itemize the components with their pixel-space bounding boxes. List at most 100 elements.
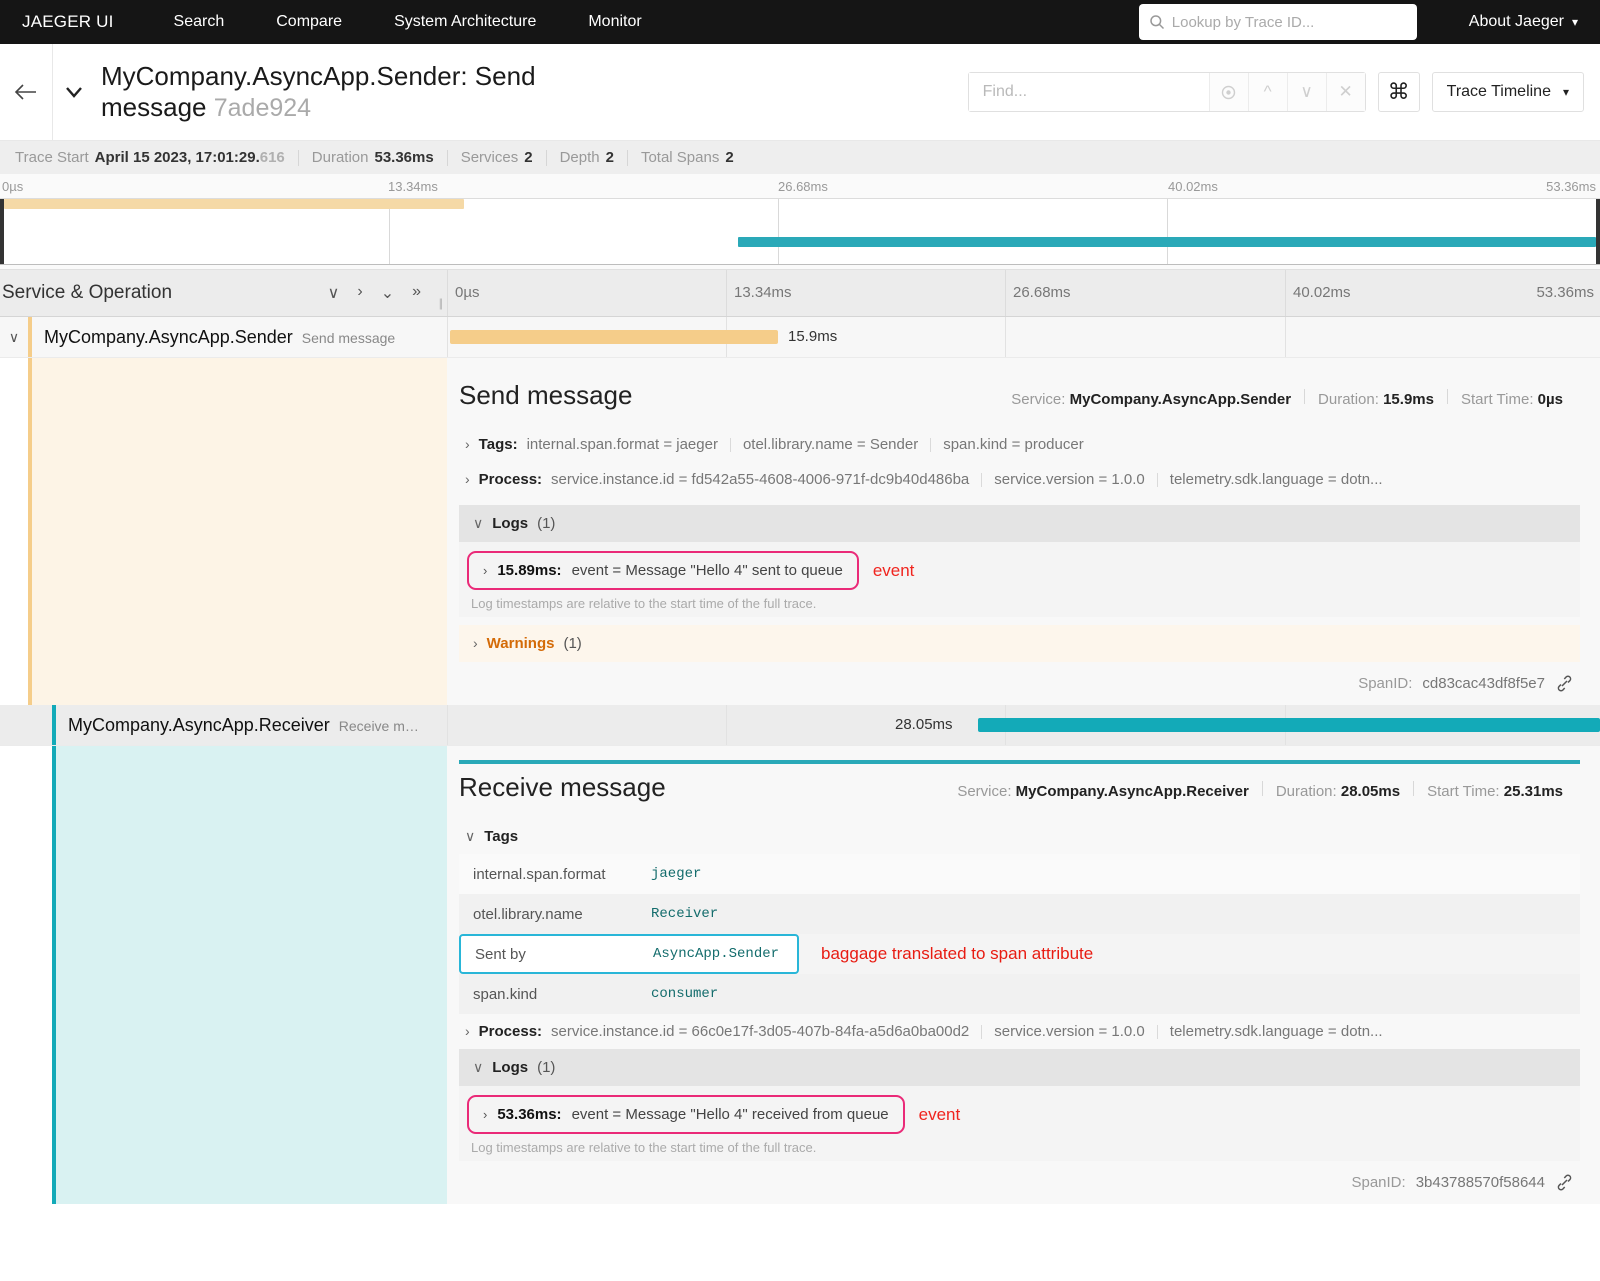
logs-section-header-sender[interactable]: ∨ Logs (1) — [459, 505, 1580, 542]
span-row-bar-receiver[interactable]: 28.05ms — [447, 705, 1600, 745]
tag-item: internal.span.format = jaeger — [526, 436, 718, 453]
trace-lookup-container[interactable] — [1138, 4, 1417, 40]
warnings-section-header-sender[interactable]: › Warnings (1) — [459, 625, 1580, 662]
span-detail-meta: Service: MyCompany.AsyncApp.Receiver Dur… — [944, 781, 1576, 800]
back-button[interactable] — [0, 43, 53, 141]
logs-section-header-receiver[interactable]: ∨ Logs (1) — [459, 1049, 1580, 1086]
detail-service: Service: MyCompany.AsyncApp.Receiver — [944, 783, 1262, 800]
chevron-down-icon: ∨ — [473, 515, 484, 531]
chevron-right-icon: › — [483, 1107, 488, 1122]
span-id-value: 3b43788570f58644 — [1415, 1174, 1545, 1191]
link-icon[interactable] — [1555, 1173, 1574, 1192]
gutter-fill — [32, 358, 447, 705]
detail-duration: Duration: 28.05ms — [1263, 783, 1413, 800]
timeline-gridline — [1285, 270, 1286, 316]
nav-link-compare[interactable]: Compare — [276, 13, 342, 31]
span-id-label: SpanID: — [1358, 675, 1413, 692]
find-previous-button[interactable]: ^ — [1247, 73, 1287, 111]
link-icon[interactable] — [1555, 674, 1574, 693]
process-item: service.instance.id = 66c0e17f-3d05-407b… — [551, 1023, 970, 1040]
timeline-scale-header: 0µs 13.34ms 26.68ms 40.02ms 53.36ms — [447, 270, 1600, 316]
find-clear-button[interactable]: ✕ — [1325, 73, 1365, 111]
span-duration-label: 28.05ms — [895, 716, 953, 733]
tag-item: span.kind = producer — [943, 436, 1084, 453]
minimap-tick-0: 0µs — [2, 179, 24, 194]
tags-accordion-receiver[interactable]: ∨ Tags — [459, 819, 1580, 854]
tags-label: Tags — [484, 828, 519, 845]
nav-link-monitor[interactable]: Monitor — [588, 13, 641, 31]
span-expand-toggle[interactable]: ∨ — [0, 329, 28, 346]
detail-start-label: Start Time: — [1460, 391, 1534, 408]
span-row-label-sender[interactable]: ∨ MyCompany.AsyncApp.Sender Send message — [0, 317, 447, 357]
collapse-all-icon[interactable]: ⌄ — [381, 283, 394, 303]
list-item[interactable]: › 53.36ms: event = Message "Hello 4" rec… — [459, 1095, 1580, 1134]
detail-duration: Duration: 15.9ms — [1305, 391, 1447, 408]
span-detail-sender: Send message Service: MyCompany.AsyncApp… — [0, 358, 1600, 705]
trace-lookup-input[interactable] — [1171, 13, 1407, 31]
timeline-column-header: Service & Operation ∨ › ⌄ » || 0µs 13.34… — [0, 270, 1600, 317]
detail-service-label: Service: — [957, 783, 1012, 800]
process-accordion-receiver[interactable]: › Process: service.instance.id = 66c0e17… — [459, 1014, 1580, 1049]
nav-link-search[interactable]: Search — [174, 13, 225, 31]
nav-link-system-architecture[interactable]: System Architecture — [394, 13, 536, 31]
meta-trace-start: Trace Start April 15 2023, 17:01:29.616 — [2, 149, 298, 166]
trace-summary-bar: Trace Start April 15 2023, 17:01:29.616 … — [0, 141, 1600, 174]
table-row-highlighted: Sent by AsyncApp.Sender — [459, 934, 799, 974]
brand-logo[interactable]: JAEGER UI — [22, 12, 114, 32]
collapse-one-icon[interactable]: ∨ — [328, 283, 340, 303]
log-entry-sender[interactable]: › 15.89ms: event = Message "Hello 4" sen… — [467, 551, 859, 590]
span-duration-label: 15.9ms — [788, 328, 838, 345]
span-id-label: SpanID: — [1351, 1174, 1406, 1191]
find-focus-button[interactable] — [1208, 73, 1248, 111]
minimap-drag-handle-right[interactable] — [1596, 199, 1600, 264]
chevron-down-icon: ∨ — [473, 1059, 484, 1075]
process-accordion-sender[interactable]: › Process: service.instance.id = fd542a5… — [459, 462, 1580, 497]
expand-all-icon[interactable]: » — [412, 283, 421, 303]
span-detail-title: Receive message — [459, 772, 666, 802]
about-jaeger-menu[interactable]: About Jaeger ▾ — [1469, 13, 1578, 31]
span-detail-header: Receive message Service: MyCompany.Async… — [459, 764, 1580, 819]
keyboard-shortcuts-button[interactable]: ⌘ — [1377, 72, 1420, 112]
tag-key: Sent by — [475, 945, 526, 963]
log-timestamp: 15.89ms: — [497, 562, 562, 579]
detail-start-value: 0µs — [1537, 391, 1563, 408]
gutter-indent — [28, 746, 52, 1204]
timeline-tick-4: 53.36ms — [1536, 284, 1594, 301]
process-inline-list: service.instance.id = fd542a55-4608-4006… — [551, 471, 1395, 488]
page-title: MyCompany.AsyncApp.Sender: Send message … — [101, 61, 631, 123]
span-detail-title: Send message — [459, 380, 633, 410]
find-input[interactable] — [968, 73, 1209, 111]
table-row[interactable]: ∨ MyCompany.AsyncApp.Sender Send message… — [0, 317, 1600, 358]
view-mode-select[interactable]: Trace Timeline ▾ — [1431, 72, 1584, 112]
expand-one-icon[interactable]: › — [357, 283, 362, 303]
row-gridline — [1005, 317, 1006, 357]
chevron-right-icon: › — [473, 635, 478, 651]
span-row-label-receiver[interactable]: MyCompany.AsyncApp.Receiver Receive m… — [0, 705, 447, 745]
find-next-button[interactable]: ∨ — [1286, 73, 1326, 111]
tags-inline-list: internal.span.format = jaeger otel.libra… — [527, 436, 1096, 453]
meta-services: Services 2 — [448, 149, 546, 166]
table-row: internal.span.format jaeger — [459, 854, 1580, 894]
column-resize-handle[interactable]: || — [439, 296, 443, 310]
gutter-spacer — [0, 358, 28, 705]
span-duration-bar — [450, 330, 778, 344]
trace-minimap[interactable]: 0µs 13.34ms 26.68ms 40.02ms 53.36ms — [0, 174, 1600, 270]
meta-depth: Depth 2 — [547, 149, 627, 166]
list-item[interactable]: › 15.89ms: event = Message "Hello 4" sen… — [459, 551, 1580, 590]
table-row[interactable]: MyCompany.AsyncApp.Receiver Receive m… 2… — [0, 705, 1600, 746]
detail-duration-value: 15.9ms — [1383, 391, 1434, 408]
process-item: service.version = 1.0.0 — [994, 471, 1145, 488]
log-entry-receiver[interactable]: › 53.36ms: event = Message "Hello 4" rec… — [467, 1095, 905, 1134]
service-operation-header: Service & Operation ∨ › ⌄ » || — [0, 270, 447, 316]
tag-row-highlighted-wrap: Sent by AsyncApp.Sender baggage translat… — [459, 934, 1580, 974]
tag-item: otel.library.name = Sender — [742, 436, 919, 453]
span-id-value: cd83cac43df8f5e7 — [1422, 675, 1545, 692]
service-operation-label: Service & Operation — [2, 282, 173, 303]
trace-header-collapse-toggle[interactable] — [53, 83, 95, 101]
span-detail-meta: Service: MyCompany.AsyncApp.Sender Durat… — [998, 389, 1576, 408]
minimap-body[interactable] — [0, 198, 1600, 265]
span-row-bar-sender[interactable]: 15.9ms — [447, 317, 1600, 357]
duration-value: 53.36ms — [374, 149, 434, 166]
tags-accordion-sender[interactable]: › Tags: internal.span.format = jaeger ot… — [459, 427, 1580, 462]
